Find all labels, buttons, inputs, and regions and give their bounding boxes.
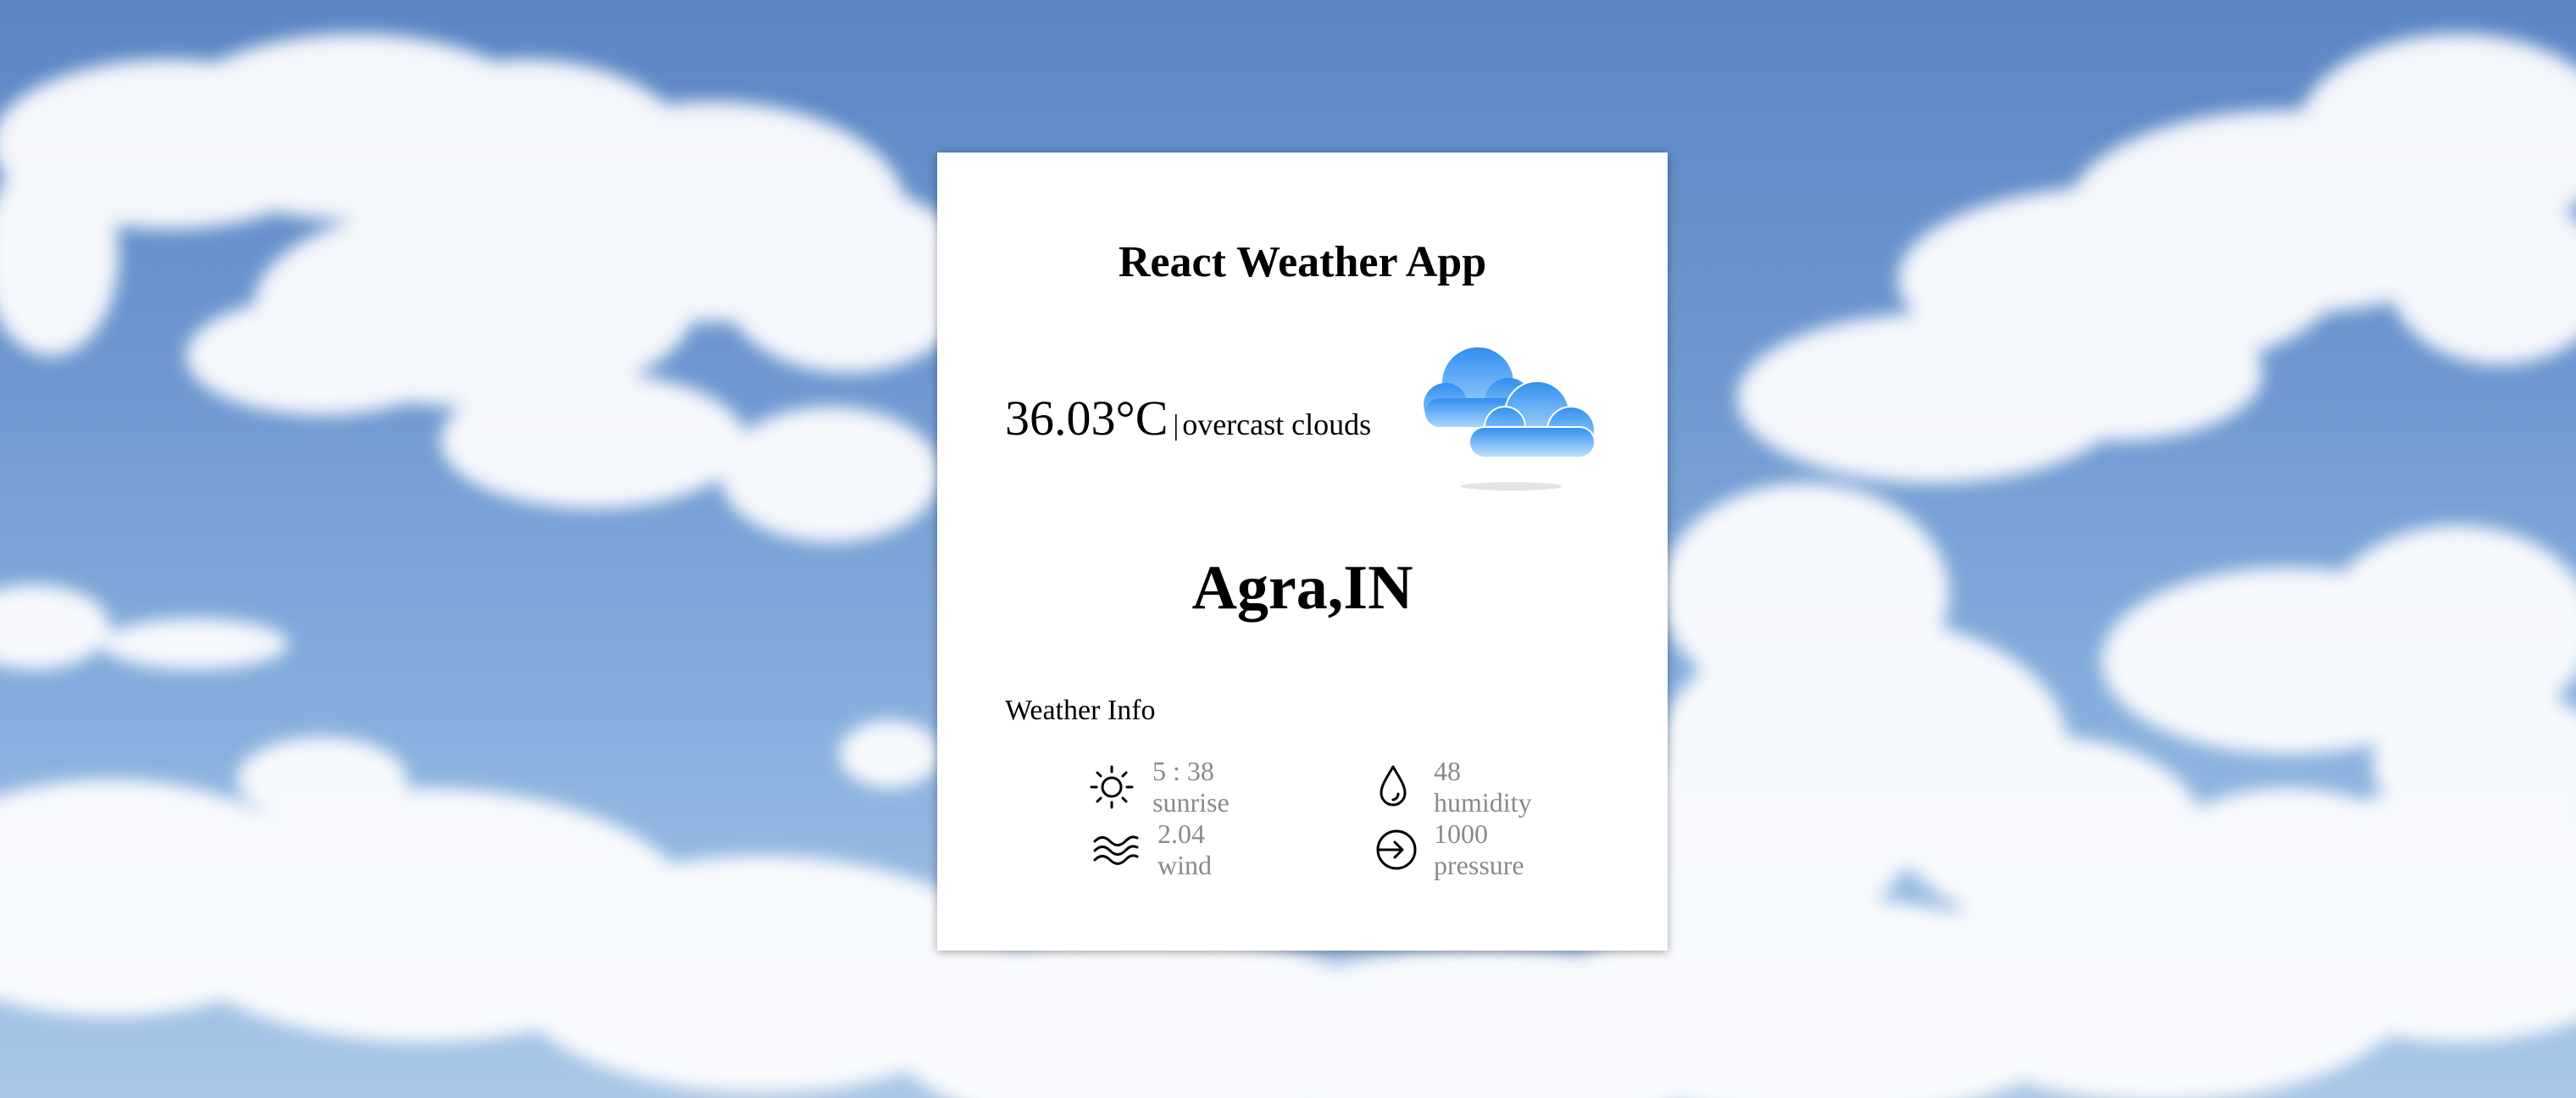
sunrise-value: 5 : 38 <box>1152 756 1214 786</box>
pressure-icon <box>1376 829 1417 870</box>
temperature: 36.03°C <box>1005 391 1169 446</box>
pressure-value: 1000 <box>1434 818 1488 849</box>
app-title: React Weather App <box>1118 238 1487 286</box>
wind-icon <box>1093 835 1139 865</box>
sunrise-stat: 5 : 38 sunrise <box>1088 756 1230 818</box>
humidity-label: humidity <box>1434 787 1532 818</box>
cloud-icon <box>1420 339 1607 491</box>
sun-icon <box>1090 765 1134 809</box>
weather-card: React Weather App 36.03°C | overcast cloud… <box>937 152 1668 951</box>
weather-condition: overcast clouds <box>1182 408 1372 441</box>
temperature-separator: | <box>1173 410 1180 441</box>
sunrise-label: sunrise <box>1152 787 1230 818</box>
pressure-stat: 1000 pressure <box>1373 818 1524 881</box>
wind-value: 2.04 <box>1158 818 1205 849</box>
wind-stat: 2.04 wind <box>1091 818 1212 881</box>
droplet-icon <box>1380 765 1407 807</box>
wind-label: wind <box>1158 850 1212 880</box>
current-weather: 36.03°C | overcast clouds <box>1005 390 1371 446</box>
weather-info-heading: Weather Info <box>1005 695 1156 726</box>
humidity-stat: 48 humidity <box>1369 756 1532 818</box>
humidity-value: 48 <box>1434 756 1461 786</box>
city-name: Agra,IN <box>1191 553 1413 623</box>
pressure-label: pressure <box>1434 850 1524 880</box>
